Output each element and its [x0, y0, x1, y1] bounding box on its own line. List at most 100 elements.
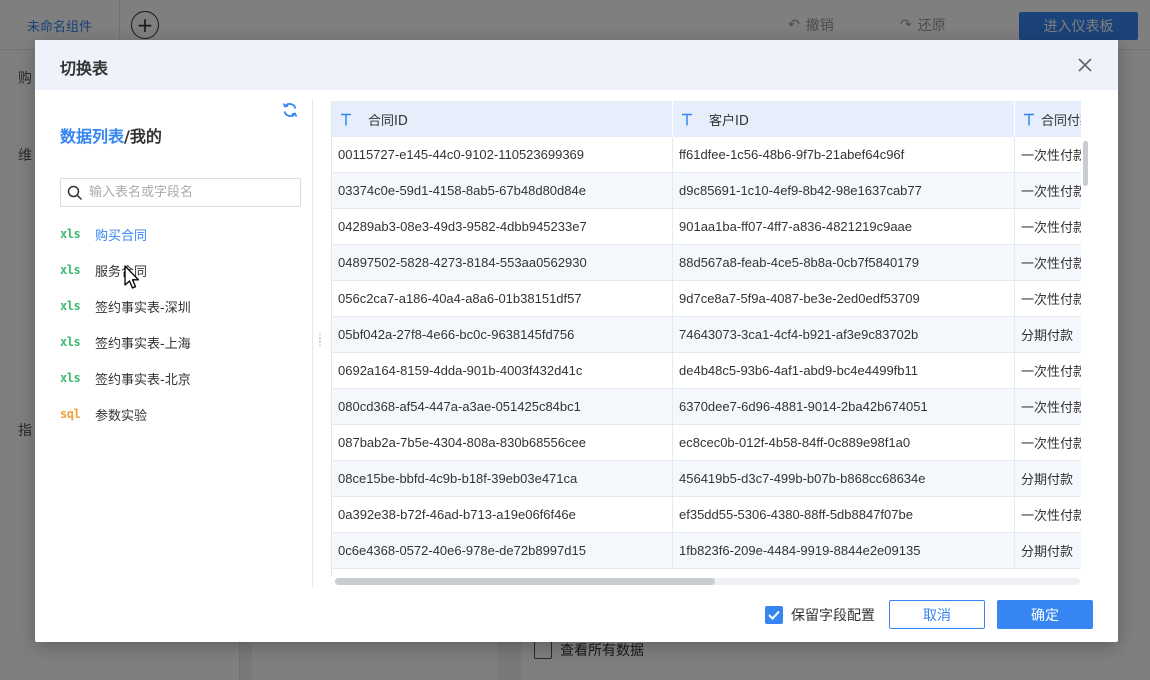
table-cell: 0692a164-8159-4dda-901b-4003f432d41c — [332, 353, 673, 388]
resize-handle[interactable]: ⋮ ⋮ — [315, 334, 325, 353]
table-row: 08ce15be-bbfd-4c9b-b18f-39eb03e471ca 4564… — [332, 461, 1081, 497]
keep-field-config-checkbox[interactable]: 保留字段配置 — [765, 605, 875, 625]
vertical-scrollbar[interactable] — [1083, 141, 1088, 186]
table-search-input[interactable] — [89, 185, 289, 200]
table-cell: 456419b5-d3c7-499b-b07b-b868cc68634e — [673, 461, 1015, 496]
xls-file-icon: xls — [60, 227, 81, 241]
checkbox-checked[interactable] — [765, 606, 783, 624]
table-row: 00115727-e145-44c0-9102-110523699369 ff61… — [332, 137, 1081, 173]
table-cell: 056c2ca7-a186-40a4-a8a6-01b38151df57 — [332, 281, 673, 316]
dialog-header: 切换表 — [35, 40, 1118, 90]
grid-body: 00115727-e145-44c0-9102-110523699369 ff61… — [332, 137, 1081, 569]
switch-table-dialog: 切换表 数据列表/我的 xls购买合同xls服务合同xls签约事实表-深圳xls… — [35, 40, 1118, 642]
table-row: 05bf042a-27f8-4e66-bc0c-9638145fd756 7464… — [332, 317, 1081, 353]
panel-title: 数据列表/我的 — [60, 123, 162, 147]
column-header-label: 客户ID — [709, 113, 749, 129]
search-icon — [61, 179, 89, 206]
close-icon[interactable] — [1074, 54, 1096, 76]
table-list-item[interactable]: xls 签约事实表-深圳 — [60, 288, 305, 324]
table-cell: 901aa1ba-ff07-4ff7-a836-4821219c9aae — [673, 209, 1015, 244]
table-list-item[interactable]: sql 参数实验 — [60, 396, 305, 432]
table-cell: 0a392e38-b72f-46ad-b713-a19e06f6f46e — [332, 497, 673, 532]
table-cell: 1fb823f6-209e-4484-9919-8844e2e09135 — [673, 533, 1015, 568]
table-cell: 0c6e4368-0572-40e6-978e-de72b8997d15 — [332, 533, 673, 568]
table-cell: 一次性付款 — [1015, 389, 1081, 424]
table-row: 056c2ca7-a186-40a4-a8a6-01b38151df57 9d7c… — [332, 281, 1081, 317]
table-cell: ff61dfee-1c56-48b6-9f7b-21abef64c96f — [673, 137, 1015, 172]
table-name: 签约事实表-北京 — [95, 372, 191, 388]
table-cell: 080cd368-af54-447a-a3ae-051425c84bc1 — [332, 389, 673, 424]
table-cell: 分期付款 — [1015, 461, 1081, 496]
table-row: 04897502-5828-4273-8184-553aa0562930 88d5… — [332, 245, 1081, 281]
table-name: 参数实验 — [95, 408, 148, 424]
table-list-item[interactable]: xls 购买合同 — [60, 216, 305, 252]
refresh-icon[interactable] — [282, 102, 300, 120]
table-cell: 74643073-3ca1-4cf4-b921-af3e9c83702b — [673, 317, 1015, 352]
table-row: 087bab2a-7b5e-4304-808a-830b68556cee ec8c… — [332, 425, 1081, 461]
data-preview-grid: 合同ID 客户ID 合同付款类型 00115727-e145-44c0-9102-1… — [331, 101, 1081, 576]
table-cell: d9c85691-1c10-4ef9-8b42-98e1637cab77 — [673, 173, 1015, 208]
table-list-panel: 数据列表/我的 xls 购买合同 xls 服务合同 xls 签约事实表-深圳 xls 签约事实… — [35, 90, 313, 590]
table-cell: 一次性付款 — [1015, 425, 1081, 460]
column-header[interactable]: 合同ID — [332, 101, 673, 137]
table-cell: 00115727-e145-44c0-9102-110523699369 — [332, 137, 673, 172]
table-cell: 04289ab3-08e3-49d3-9582-4dbb945233e7 — [332, 209, 673, 244]
table-row: 0c6e4368-0572-40e6-978e-de72b8997d15 1fb8… — [332, 533, 1081, 569]
grid-header: 合同ID 客户ID 合同付款类型 — [332, 101, 1081, 137]
text-type-icon — [340, 113, 362, 126]
text-type-icon — [681, 113, 703, 126]
table-cell: 88d567a8-feab-4ce5-8b8a-0cb7f5840179 — [673, 245, 1015, 280]
table-name: 签约事实表-深圳 — [95, 300, 191, 316]
table-cell: 087bab2a-7b5e-4304-808a-830b68556cee — [332, 425, 673, 460]
keep-field-config-label: 保留字段配置 — [791, 608, 875, 624]
table-row: 04289ab3-08e3-49d3-9582-4dbb945233e7 901a… — [332, 209, 1081, 245]
table-cell: 6370dee7-6d96-4881-9014-2ba42b674051 — [673, 389, 1015, 424]
my-label: /我的 — [124, 127, 162, 146]
table-cell: 一次性付款 — [1015, 209, 1081, 244]
column-header[interactable]: 合同付款类型 — [1015, 101, 1081, 137]
column-header-label: 合同付款类型 — [1041, 113, 1081, 129]
data-list-label: 数据列表 — [60, 127, 125, 146]
table-name: 购买合同 — [95, 228, 148, 244]
table-name: 签约事实表-上海 — [95, 336, 191, 352]
table-cell: 03374c0e-59d1-4158-8ab5-67b48d80d84e — [332, 173, 673, 208]
table-cell: 一次性付款 — [1015, 245, 1081, 280]
xls-file-icon: xls — [60, 335, 81, 349]
table-cell: 一次性付款 — [1015, 137, 1081, 172]
table-name: 服务合同 — [95, 264, 148, 280]
panel-divider — [312, 100, 313, 587]
text-type-icon — [1023, 113, 1035, 126]
dialog-title: 切换表 — [60, 59, 109, 78]
table-cell: de4b48c5-93b6-4af1-abd9-bc4e4499fb11 — [673, 353, 1015, 388]
table-row: 03374c0e-59d1-4158-8ab5-67b48d80d84e d9c8… — [332, 173, 1081, 209]
table-cell: 分期付款 — [1015, 317, 1081, 352]
table-list-item[interactable]: xls 服务合同 — [60, 252, 305, 288]
table-cell: 一次性付款 — [1015, 281, 1081, 316]
column-header-label: 合同ID — [368, 113, 408, 129]
table-cell: 05bf042a-27f8-4e66-bc0c-9638145fd756 — [332, 317, 673, 352]
table-cell: ec8cec0b-012f-4b58-84ff-0c889e98f1a0 — [673, 425, 1015, 460]
table-cell: 一次性付款 — [1015, 353, 1081, 388]
table-row: 080cd368-af54-447a-a3ae-051425c84bc1 6370… — [332, 389, 1081, 425]
table-cell: 分期付款 — [1015, 533, 1081, 568]
horizontal-scrollbar[interactable] — [335, 578, 715, 585]
table-cell: 04897502-5828-4273-8184-553aa0562930 — [332, 245, 673, 280]
xls-file-icon: xls — [60, 299, 81, 313]
table-search-box — [60, 178, 301, 207]
xls-file-icon: xls — [60, 371, 81, 385]
table-row: 0692a164-8159-4dda-901b-4003f432d41c de4b… — [332, 353, 1081, 389]
table-cell: 一次性付款 — [1015, 173, 1081, 208]
table-list-item[interactable]: xls 签约事实表-上海 — [60, 324, 305, 360]
cancel-button[interactable]: 取消 — [889, 600, 985, 629]
column-header[interactable]: 客户ID — [673, 101, 1015, 137]
sql-file-icon: sql — [60, 407, 81, 421]
table-list-item[interactable]: xls 签约事实表-北京 — [60, 360, 305, 396]
table-cell: ef35dd55-5306-4380-88ff-5db8847f07be — [673, 497, 1015, 532]
table-row: 0a392e38-b72f-46ad-b713-a19e06f6f46e ef35… — [332, 497, 1081, 533]
confirm-button[interactable]: 确定 — [997, 600, 1093, 629]
table-list: xls 购买合同 xls 服务合同 xls 签约事实表-深圳 xls 签约事实表-上海 xls 签… — [60, 216, 305, 432]
table-cell: 9d7ce8a7-5f9a-4087-be3e-2ed0edf53709 — [673, 281, 1015, 316]
table-cell: 一次性付款 — [1015, 497, 1081, 532]
xls-file-icon: xls — [60, 263, 81, 277]
table-cell: 08ce15be-bbfd-4c9b-b18f-39eb03e471ca — [332, 461, 673, 496]
